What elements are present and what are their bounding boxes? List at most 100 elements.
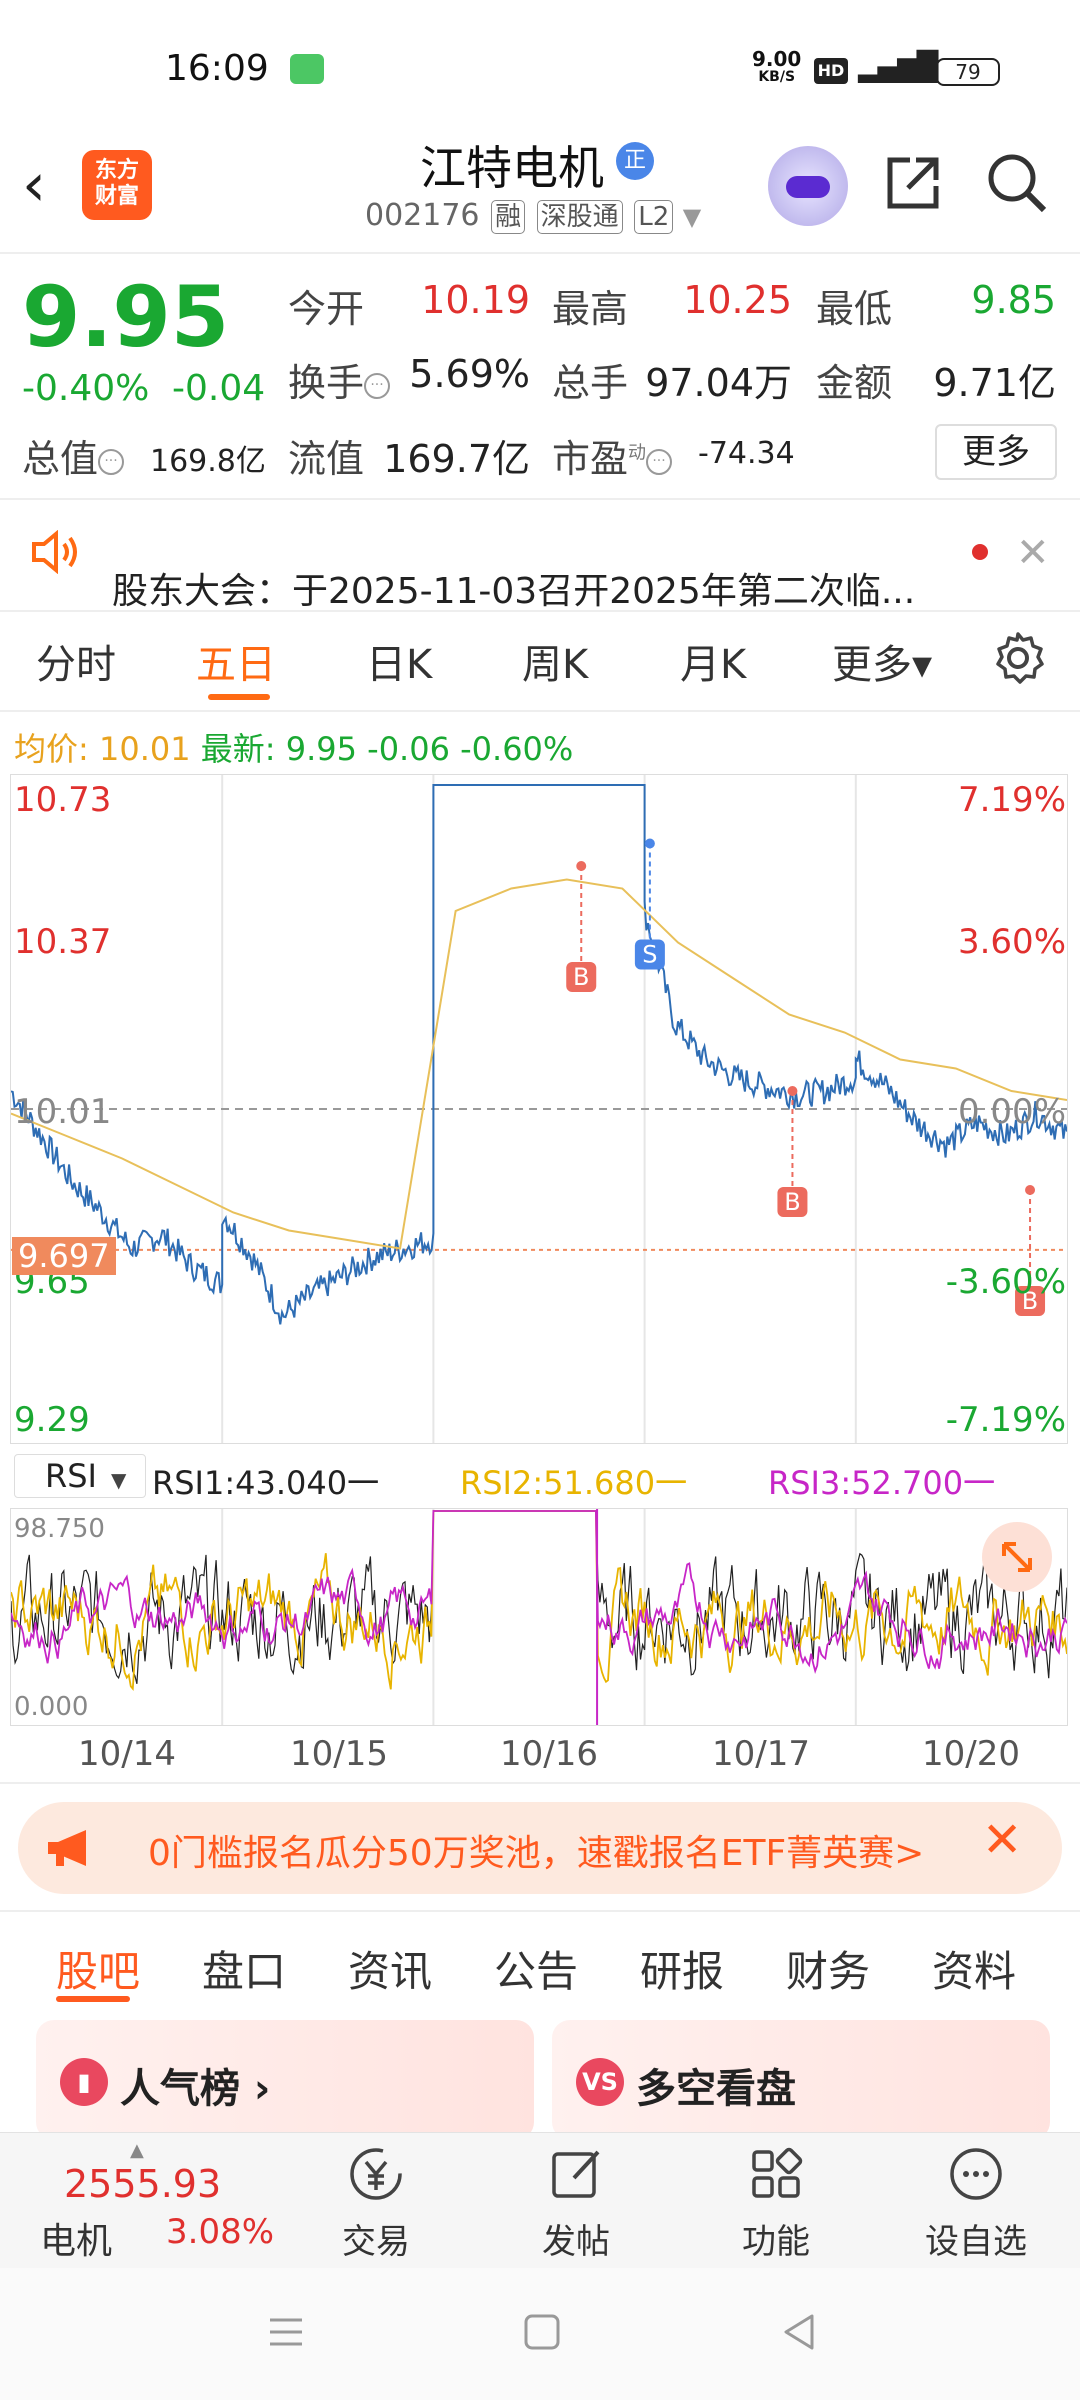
y-axis-left-label: 10.37 [14, 922, 112, 962]
info-icon[interactable]: ··· [364, 372, 391, 399]
info-icon[interactable]: ··· [98, 448, 125, 475]
tag-connect: 深股通 [536, 200, 623, 234]
y-axis-left-label: 9.29 [14, 1400, 90, 1440]
divider [0, 1910, 1080, 1912]
promo-text[interactable]: 0门槛报名瓜分50万奖池，速戳报名ETF菁英赛> [148, 1824, 924, 1876]
y-axis-left-label: 10.01 [14, 1092, 112, 1132]
indicator-select-value: RSI [45, 1457, 97, 1495]
trade-marker-dot [1025, 1185, 1036, 1195]
hd-icon: HD [814, 58, 848, 84]
active-tab-indicator [208, 694, 270, 700]
info-icon[interactable]: ··· [646, 448, 673, 475]
tab-weekly-k[interactable]: 周K [522, 632, 588, 690]
chevron-up-icon[interactable]: ▲ [130, 2140, 144, 2161]
rsi1-legend: RSI1:43.040一 [152, 1464, 380, 1502]
more-quote-button[interactable]: 更多 [935, 424, 1057, 480]
tab-daily-k[interactable]: 日K [366, 632, 432, 690]
rsi2-legend: RSI2:51.680一 [460, 1464, 688, 1502]
tab-research[interactable]: 研报 [640, 1938, 724, 1999]
tag-level2: L2 [634, 200, 674, 234]
eastmoney-logo: 东方 财富 [82, 150, 152, 220]
x-axis-date: 10/15 [290, 1734, 388, 1774]
trade-marker-label: B [784, 1188, 800, 1216]
trade-marker-dot [787, 1086, 798, 1096]
high-label: 最高 [552, 287, 629, 331]
tab-profile[interactable]: 资料 [932, 1938, 1016, 1999]
latest-change-pct: -0.60% [460, 730, 574, 768]
bar-chart-icon: ▮ [60, 2058, 108, 2106]
tab-more[interactable]: 更多▾ [832, 632, 932, 690]
x-axis-date: 10/20 [922, 1734, 1020, 1774]
last-price: 9.95 [22, 268, 230, 366]
rsi-chart-svg [11, 1509, 1067, 1725]
price-line [11, 784, 1067, 1325]
ai-assistant-face-icon [786, 176, 830, 198]
x-axis-date: 10/14 [78, 1734, 176, 1774]
market-cap-value: 169.8亿 [150, 444, 266, 479]
back-nav-icon[interactable] [780, 2312, 820, 2352]
tab-five-day[interactable]: 五日 [196, 632, 276, 690]
tag-margin: 融 [491, 200, 526, 234]
back-icon[interactable]: ‹ [22, 150, 46, 220]
share-icon[interactable] [880, 150, 946, 216]
nav-post[interactable]: 发帖 [506, 2142, 646, 2263]
tab-orderbook[interactable]: 盘口 [202, 1938, 286, 1999]
menu-icon[interactable] [266, 2312, 306, 2352]
nav-trade[interactable]: 交易 [306, 2142, 446, 2263]
gear-icon[interactable] [990, 630, 1046, 686]
tab-news[interactable]: 资讯 [348, 1938, 432, 1999]
trade-marker-dot [644, 838, 655, 849]
sector-name[interactable]: 电机 [40, 2212, 112, 2264]
chart-legend: 均价: 10.01 最新: 9.95 -0.06 -0.60% [14, 724, 573, 770]
open-value: 10.19 [421, 278, 530, 322]
indicator-select[interactable]: RSI ▼ [14, 1454, 146, 1498]
home-icon[interactable] [522, 2312, 562, 2352]
yen-icon [350, 2148, 402, 2200]
y-axis-right-label: 0.00% [957, 1092, 1066, 1132]
bull-bear-card[interactable] [552, 2020, 1050, 2140]
unread-dot [972, 544, 988, 560]
nav-watchlist[interactable]: 设自选 [906, 2142, 1046, 2263]
edit-icon [552, 2150, 600, 2198]
tab-intraday[interactable]: 分时 [36, 632, 116, 690]
turnover-value: 5.69% [409, 352, 530, 396]
sector-change-pct[interactable]: 3.08% [166, 2212, 274, 2252]
volume-label: 总手 [552, 361, 629, 405]
grid-icon [752, 2147, 803, 2198]
close-icon[interactable]: ✕ [982, 1812, 1022, 1868]
network-speed-value: 9.00 [752, 47, 802, 71]
expand-button[interactable] [982, 1522, 1052, 1592]
change-percent: -0.40% [22, 368, 150, 409]
nav-functions[interactable]: 功能 [706, 2142, 846, 2263]
search-icon[interactable] [984, 150, 1050, 216]
more-circle-icon [950, 2148, 1002, 2200]
logo-line2: 财富 [94, 184, 139, 209]
y-axis-right-label: 7.19% [957, 780, 1066, 820]
rsi-max-label: 98.750 [14, 1514, 105, 1544]
chevron-down-icon: ▼ [110, 1468, 127, 1492]
market-cap-label: 总值 ··· [22, 428, 125, 483]
rsi-chart[interactable] [10, 1508, 1068, 1726]
trade-marker-label: B [573, 963, 589, 991]
stock-code-line[interactable]: 002176 融 深股通 L2 ▼ [365, 198, 701, 234]
change-value: -0.04 [172, 368, 266, 409]
tab-financials[interactable]: 财务 [786, 1938, 870, 1999]
notice-text[interactable]: 股东大会：于2025-11-03召开2025年第二次临... [112, 562, 915, 614]
cursor-price-tag: 9.697 [12, 1237, 116, 1275]
popularity-card[interactable] [36, 2020, 534, 2140]
tab-announcements[interactable]: 公告 [494, 1938, 578, 1999]
avg-price-value: 10.01 [98, 730, 191, 768]
verified-badge-icon: 正 [616, 142, 654, 180]
tab-monthly-k[interactable]: 月K [680, 632, 746, 690]
open-label: 今开 [288, 287, 365, 331]
speaker-icon [32, 530, 77, 574]
nav-label: 功能 [742, 2222, 810, 2262]
high-value: 10.25 [683, 278, 792, 322]
avg-price-label: 均价: [14, 730, 89, 768]
signal-icon: ▂▄▆█ [858, 50, 938, 83]
y-axis-left-label: 10.73 [14, 780, 112, 820]
close-icon[interactable]: ✕ [1016, 530, 1050, 576]
tab-forum[interactable]: 股吧 [56, 1938, 140, 1999]
y-axis-right-label: -3.60% [945, 1262, 1066, 1302]
sector-index-value[interactable]: 2555.93 [64, 2162, 221, 2206]
